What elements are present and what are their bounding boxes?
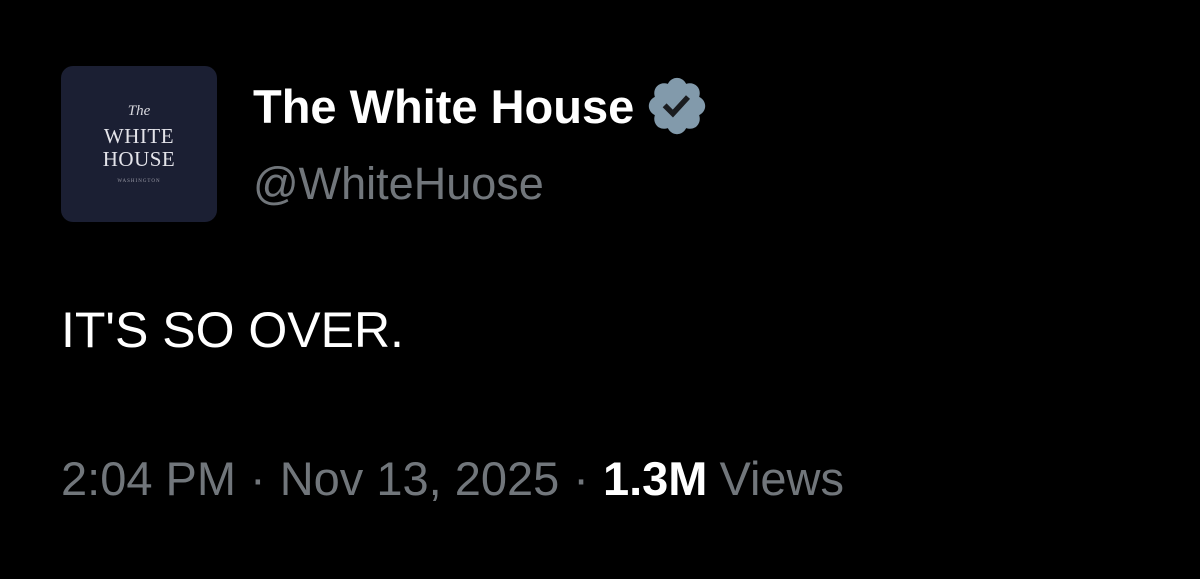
- meta-separator: ·: [573, 452, 589, 505]
- tweet: The WHITE HOUSE WASHINGTON The White Hou…: [0, 0, 1200, 579]
- author-name-row: The White House: [253, 77, 710, 135]
- author-handle[interactable]: @WhiteHuose: [253, 161, 544, 206]
- tweet-date[interactable]: Nov 13, 2025: [280, 455, 560, 502]
- tweet-meta: 2:04 PM · Nov 13, 2025 · 1.3M Views: [61, 455, 844, 502]
- tweet-time[interactable]: 2:04 PM: [61, 455, 236, 502]
- avatar-logo-washington: WASHINGTON: [117, 179, 161, 185]
- display-name[interactable]: The White House: [253, 83, 634, 130]
- avatar[interactable]: The WHITE HOUSE WASHINGTON: [61, 66, 217, 222]
- avatar-logo-white: WHITE: [103, 123, 175, 148]
- avatar-logo-the: The: [127, 102, 151, 119]
- views-label: Views: [719, 452, 844, 505]
- verified-badge-icon[interactable]: [644, 73, 710, 139]
- views-count: 1.3M: [602, 452, 708, 505]
- meta-separator: ·: [250, 452, 266, 505]
- avatar-logo-house: HOUSE: [102, 146, 176, 171]
- tweet-text: IT'S SO OVER.: [61, 302, 404, 358]
